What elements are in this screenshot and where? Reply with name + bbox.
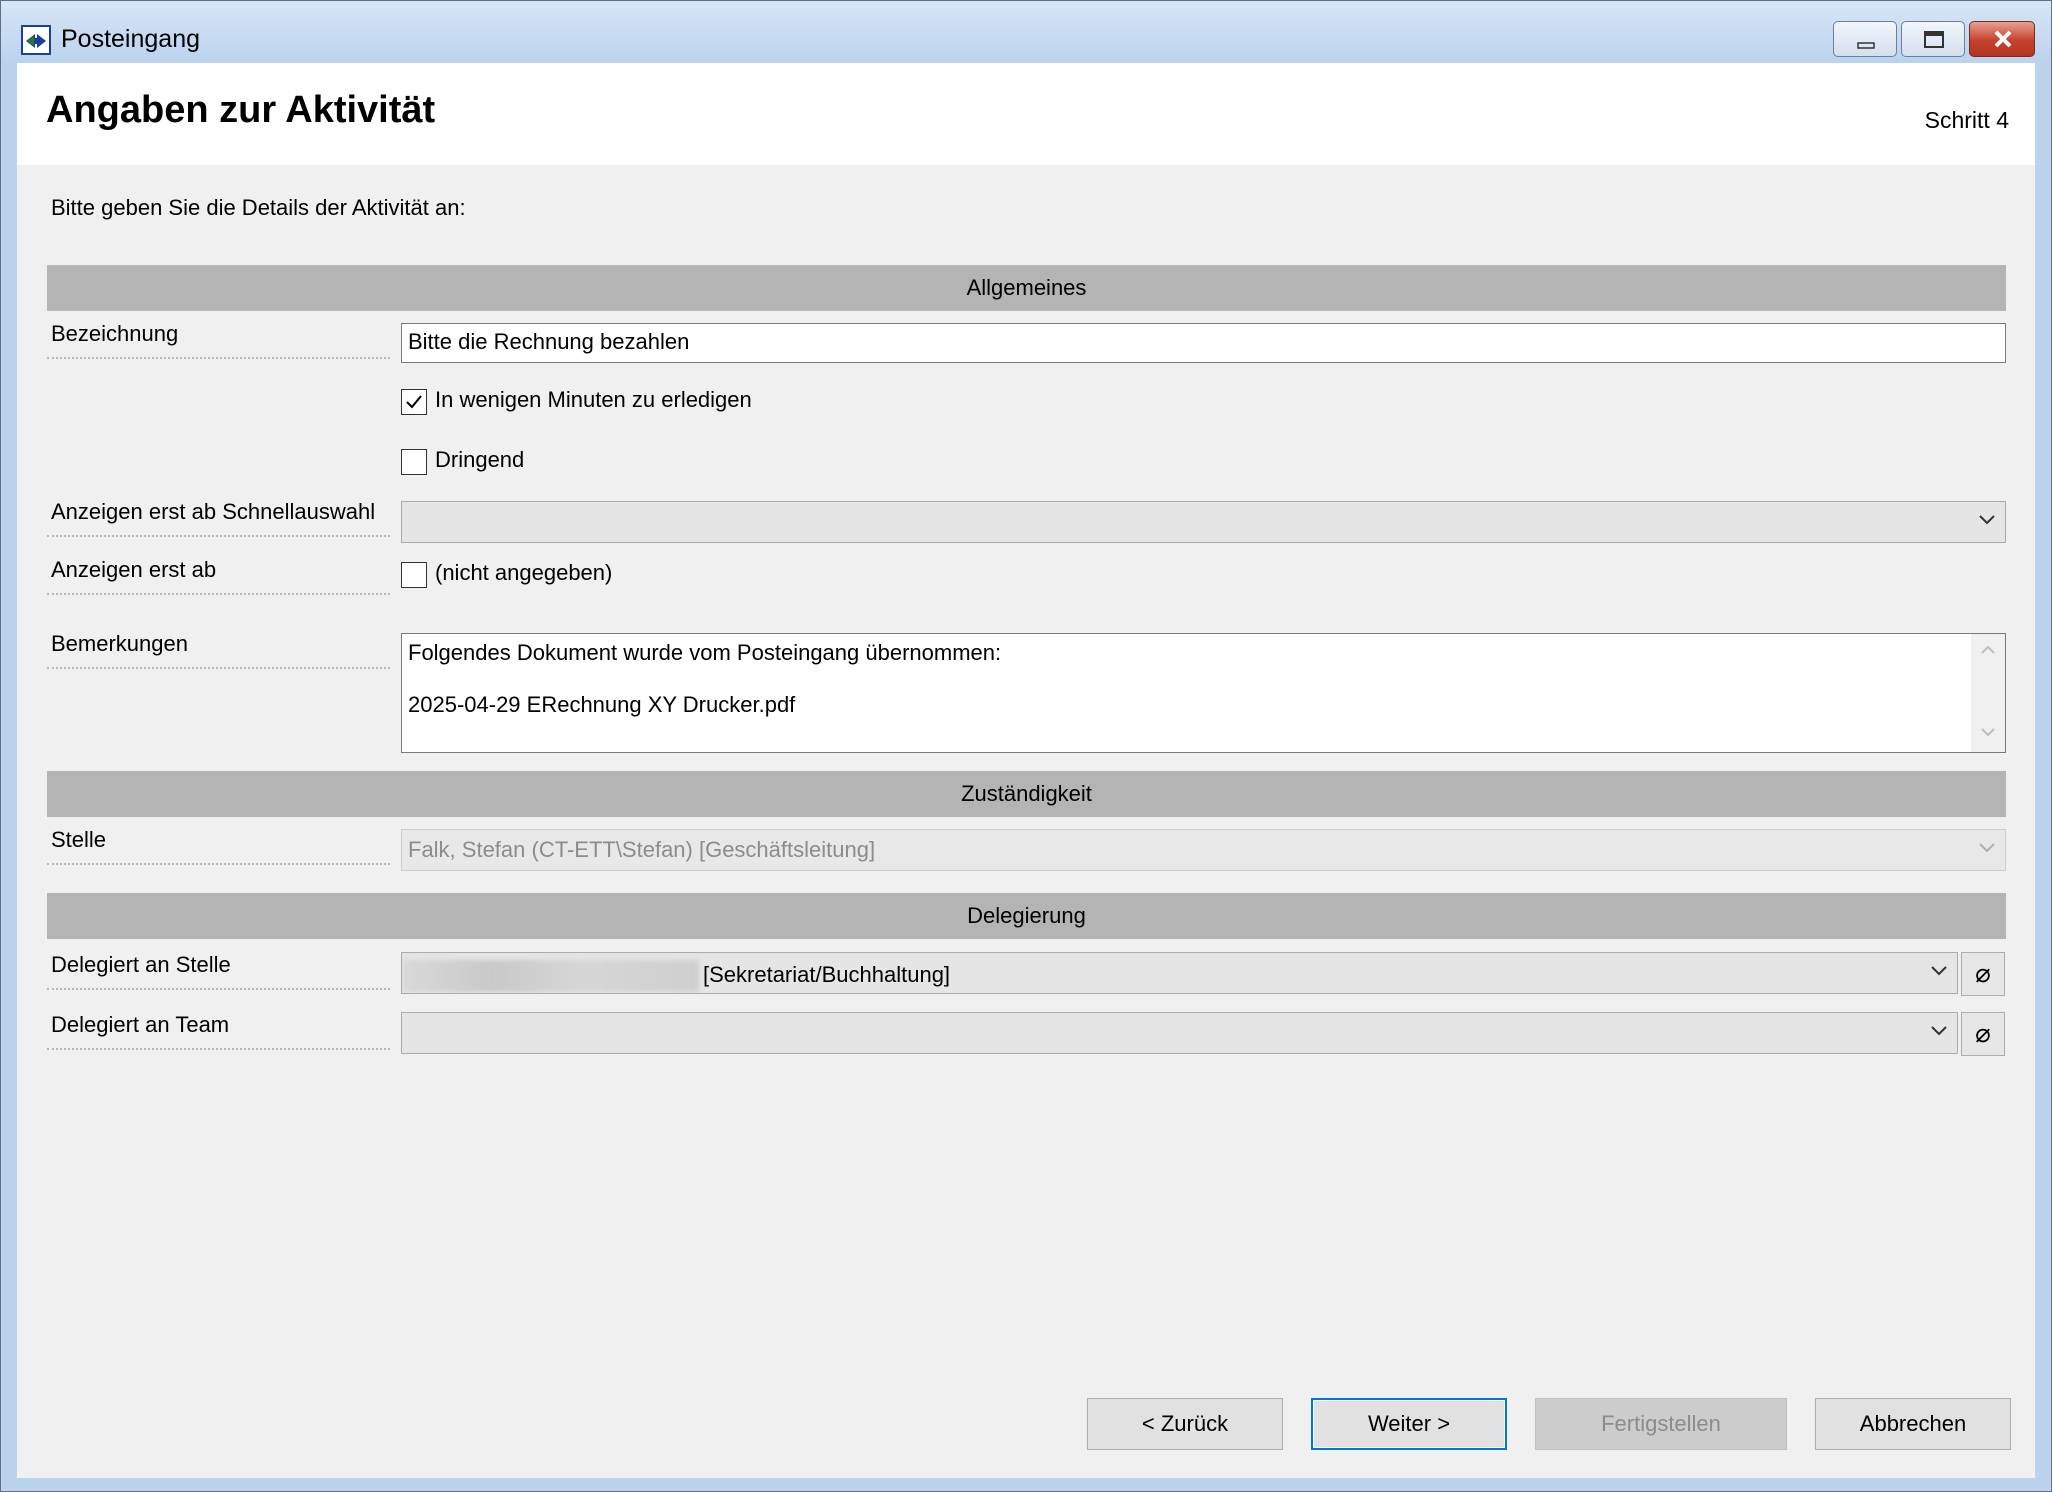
scroll-up-icon[interactable] [1980,644,1996,656]
delegated-position-value: [Sekretariat/Buchhaltung] [703,961,951,987]
show-from-checkbox-label: (nicht angegeben) [435,560,613,585]
maximize-button[interactable] [1901,21,1965,57]
chevron-down-icon [1979,843,1995,853]
chevron-down-icon [1931,966,1947,976]
chevron-down-icon [1979,515,1995,525]
next-button[interactable]: Weiter > [1311,1398,1507,1450]
chevron-down-icon [1931,1026,1947,1036]
dialog-window: Posteingang Angaben zur Aktivität Schrit… [0,0,2052,1492]
urgent-checkbox[interactable] [401,449,427,475]
remarks-textarea[interactable]: Folgendes Dokument wurde vom Posteingang… [401,633,2006,753]
label-show-from: Anzeigen erst ab [47,555,390,595]
window-title: Posteingang [61,25,201,53]
clear-delegated-position-button[interactable]: ⌀ [1961,952,2005,996]
quick-task-label: In wenigen Minuten zu erledigen [435,387,752,412]
label-delegated-position: Delegiert an Stelle [47,950,390,990]
stelle-value: Falk, Stefan (CT-ETT\Stefan) [Geschäftsl… [408,837,876,862]
step-indicator: Schritt 4 [1924,107,2009,133]
label-show-from-quick: Anzeigen erst ab Schnellauswahl [47,497,390,537]
urgent-label: Dringend [435,447,525,472]
label-remarks: Bemerkungen [47,629,390,669]
page-title: Angaben zur Aktivität [46,89,436,131]
label-bezeichnung: Bezeichnung [47,319,390,359]
back-button[interactable]: < Zurück [1087,1398,1283,1450]
finish-button: Fertigstellen [1535,1398,1787,1450]
delegated-position-select[interactable]: [Sekretariat/Buchhaltung] [401,952,1958,994]
remarks-scrollbar[interactable] [1971,634,2005,752]
stelle-select: Falk, Stefan (CT-ETT\Stefan) [Geschäftsl… [401,829,2006,871]
minimize-button[interactable] [1833,21,1897,57]
redacted-name [402,960,699,992]
intro-text: Bitte geben Sie die Details der Aktivitä… [51,195,466,220]
show-from-quick-select[interactable] [401,501,2006,543]
bezeichnung-input[interactable]: Bitte die Rechnung bezahlen [401,323,2006,363]
quick-task-checkbox[interactable] [401,389,427,415]
cancel-button[interactable]: Abbrechen [1815,1398,2011,1450]
close-button[interactable] [1969,21,2035,57]
section-header-general: Allgemeines [47,265,2006,311]
label-delegated-team: Delegiert an Team [47,1010,390,1050]
section-header-responsibility: Zuständigkeit [47,771,2006,817]
section-header-delegation: Delegierung [47,893,2006,939]
remarks-line-1: Folgendes Dokument wurde vom Posteingang… [408,640,1002,665]
client-area: Angaben zur Aktivität Schritt 4 Bitte ge… [17,63,2035,1478]
app-icon [21,25,51,55]
label-stelle: Stelle [47,825,390,865]
delegated-team-select[interactable] [401,1012,1958,1054]
clear-delegated-team-button[interactable]: ⌀ [1961,1012,2005,1056]
header-panel: Angaben zur Aktivität Schritt 4 [17,63,2035,165]
scroll-down-icon[interactable] [1980,726,1996,738]
show-from-checkbox[interactable] [401,562,427,588]
title-bar[interactable]: Posteingang [1,1,2051,61]
remarks-line-2: 2025-04-29 ERechnung XY Drucker.pdf [408,692,796,717]
